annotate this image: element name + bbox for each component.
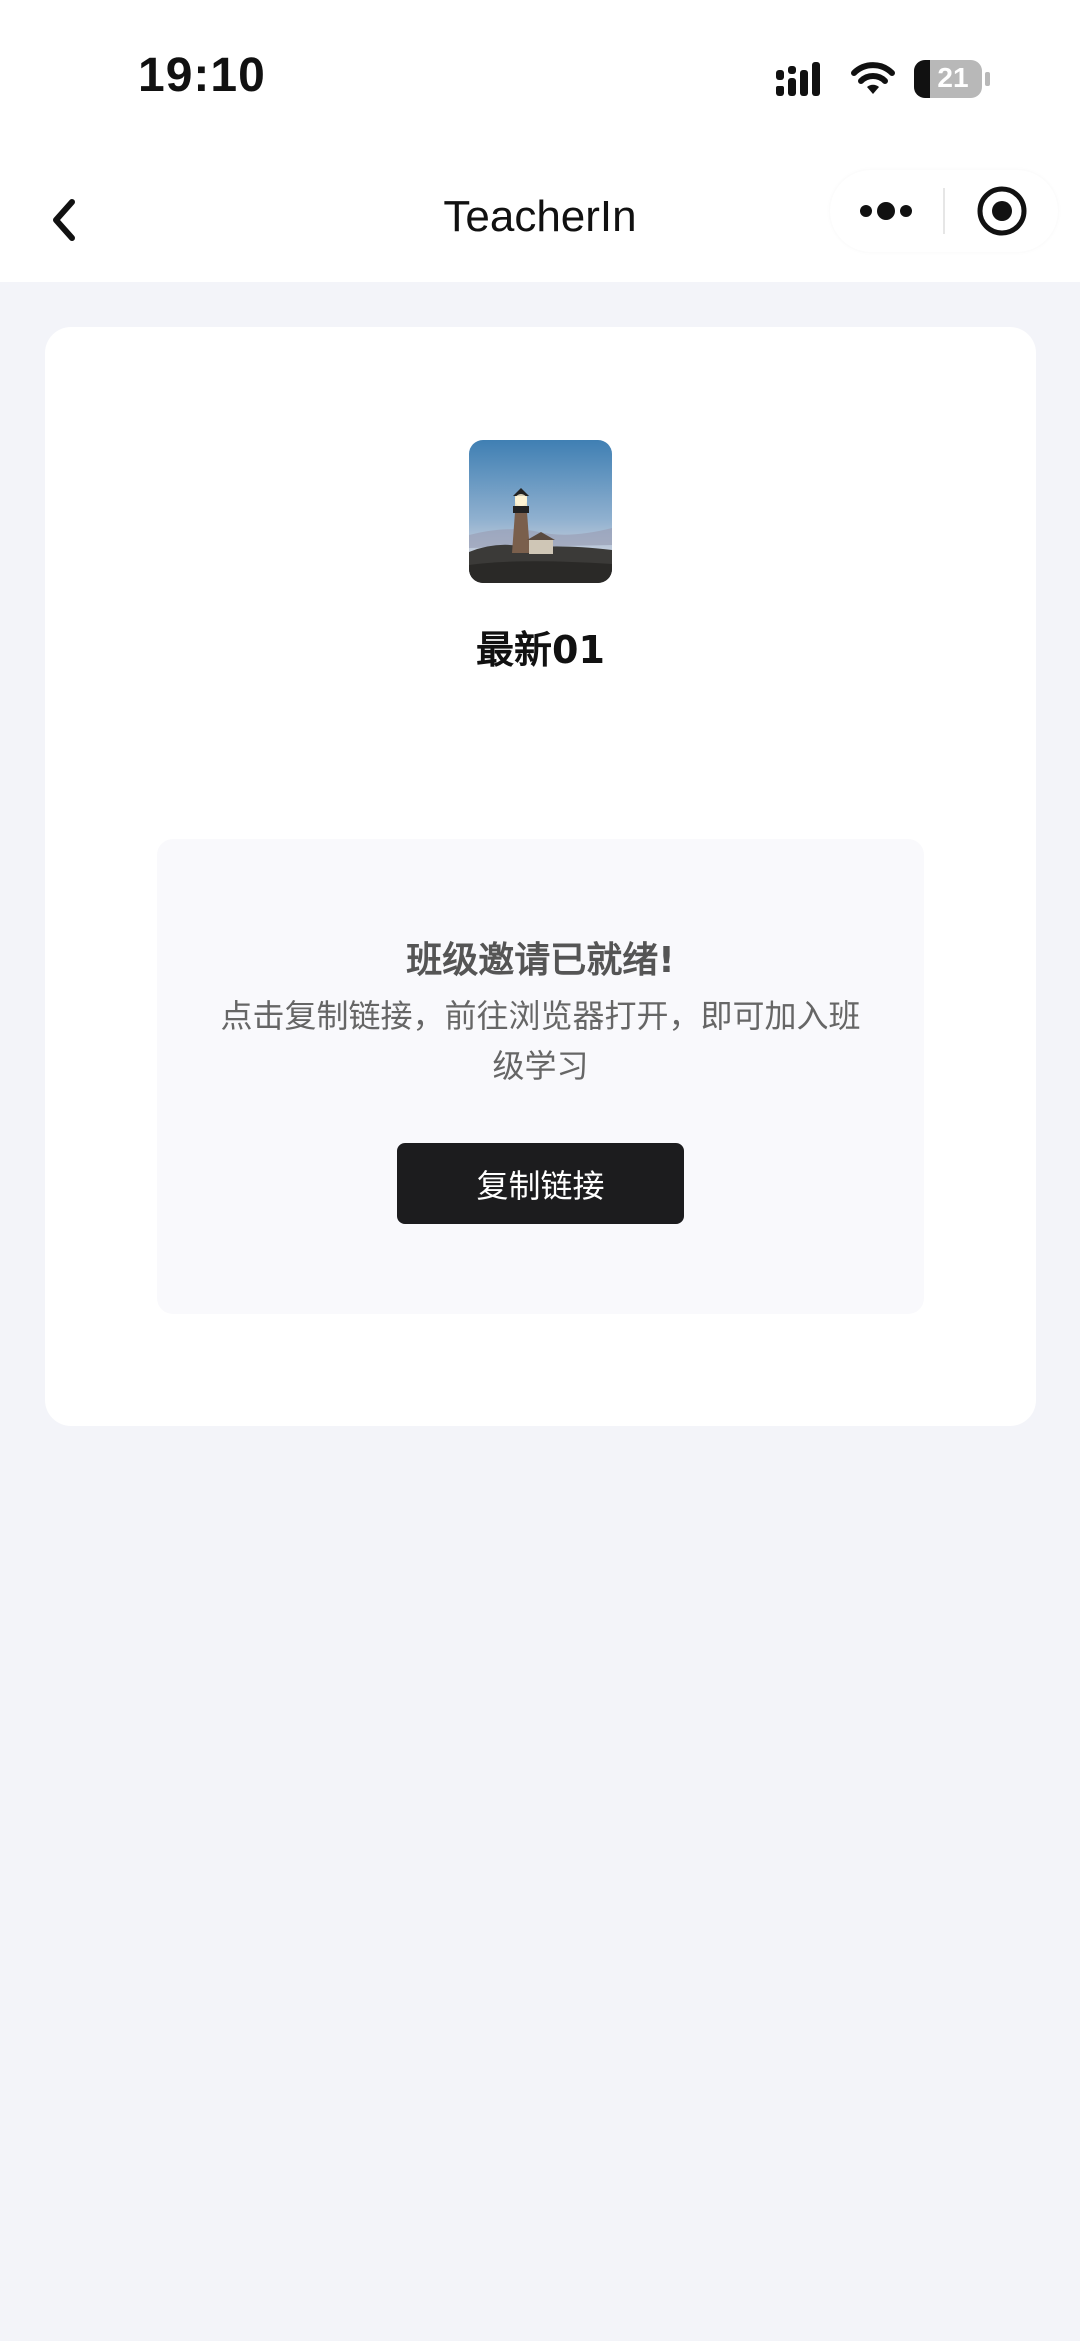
more-dots-icon [860, 202, 912, 220]
more-button[interactable] [830, 170, 942, 252]
status-time: 19:10 [138, 49, 266, 102]
invite-panel: 班级邀请已就绪! 点击复制链接，前往浏览器打开，即可加入班级学习 复制链接 [157, 839, 924, 1314]
signal-icon [774, 60, 830, 104]
battery-level: 21 [937, 62, 969, 93]
status-bar: 19:10 21 [0, 0, 1080, 150]
capsule-divider [943, 188, 945, 234]
close-button[interactable] [946, 170, 1058, 252]
class-invite-card: 最新01 班级邀请已就绪! 点击复制链接，前往浏览器打开，即可加入班级学习 复制… [45, 327, 1036, 1426]
lighthouse-image [469, 440, 612, 583]
invite-description: 点击复制链接，前往浏览器打开，即可加入班级学习 [220, 997, 861, 1085]
mini-program-capsule [830, 170, 1058, 252]
nav-bar: TeacherIn [0, 150, 1080, 282]
wifi-icon [848, 58, 898, 102]
copy-link-button[interactable]: 复制链接 [397, 1143, 684, 1224]
target-circle-icon [977, 186, 1027, 236]
class-name: 最新01 [476, 628, 605, 672]
invite-title: 班级邀请已就绪! [406, 940, 675, 981]
class-avatar [469, 440, 612, 583]
